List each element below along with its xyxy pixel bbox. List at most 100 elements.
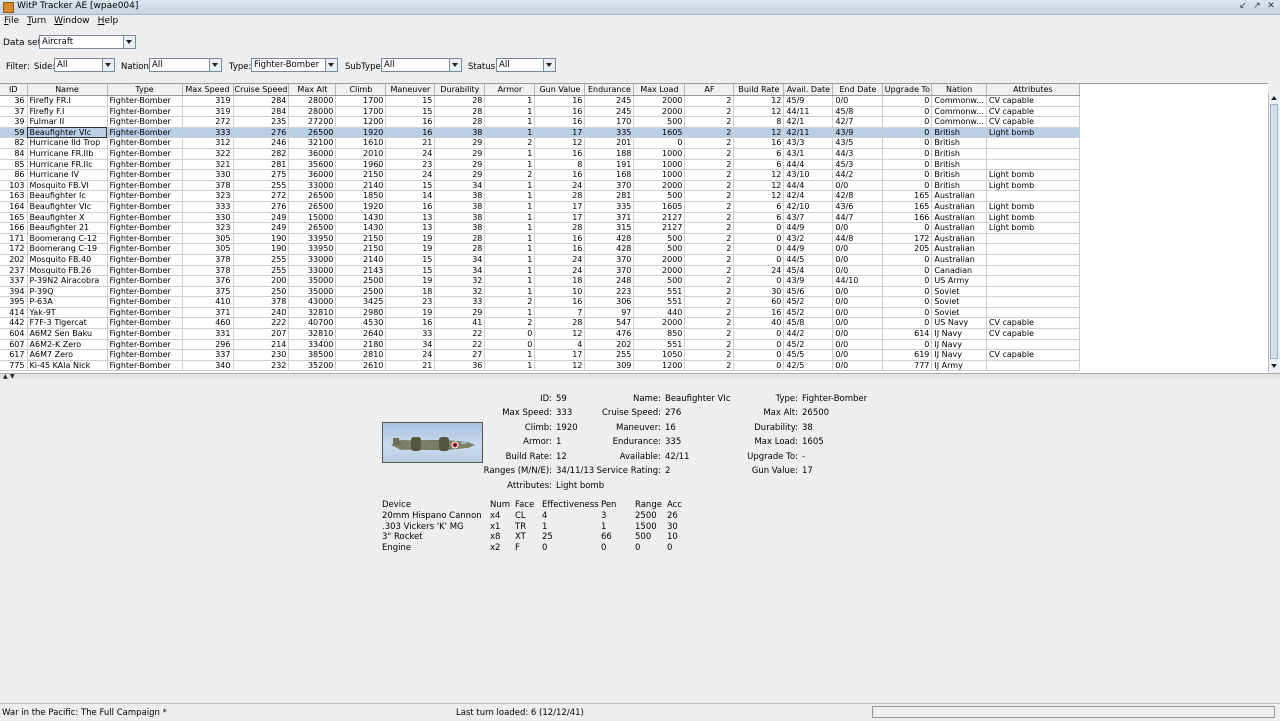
table-cell[interactable]: 15	[385, 180, 436, 192]
table-cell[interactable]: 24	[534, 265, 586, 277]
table-cell[interactable]: 16	[385, 201, 436, 213]
table-cell[interactable]: 29	[434, 307, 486, 319]
table-cell[interactable]: British	[931, 127, 987, 139]
table-cell[interactable]: 305	[182, 243, 234, 255]
table-cell[interactable]: P-63A	[27, 296, 108, 308]
table-cell[interactable]: 551	[633, 296, 686, 308]
table-cell[interactable]: 45/4	[783, 265, 834, 277]
table-cell[interactable]: 0	[882, 296, 933, 308]
column-header[interactable]: Maneuver	[385, 84, 436, 96]
table-cell[interactable]: 323	[182, 190, 234, 202]
table-cell[interactable]: 6	[733, 201, 785, 213]
column-header[interactable]: Armor	[484, 84, 536, 96]
table-cell[interactable]: 24	[534, 254, 586, 266]
table-cell[interactable]: 0	[882, 169, 933, 181]
table-cell[interactable]: 15	[385, 95, 436, 107]
table-row[interactable]: 414 Yak-9T Fighter-Bomber 371 240 32810 2980 19…	[0, 307, 1080, 319]
table-cell[interactable]	[986, 265, 1080, 277]
table-cell[interactable]: 12	[733, 190, 785, 202]
table-cell[interactable]: 1200	[633, 360, 686, 372]
table-cell[interactable]: 376	[182, 275, 234, 287]
table-cell[interactable]: Beaufighter Ic	[27, 190, 108, 202]
table-cell[interactable]: 442	[0, 317, 28, 330]
table-cell[interactable]: 1605	[633, 201, 686, 213]
table-cell[interactable]: 1	[484, 159, 536, 171]
table-cell[interactable]: Fighter-Bomber	[107, 116, 183, 128]
table-cell[interactable]: 190	[233, 243, 290, 255]
table-cell[interactable]: 2	[684, 360, 735, 372]
table-cell[interactable]: 0/0	[832, 360, 884, 372]
table-cell[interactable]: British	[931, 180, 987, 192]
table-cell[interactable]: 378	[182, 265, 234, 277]
table-cell[interactable]: 1	[484, 127, 536, 139]
table-cell[interactable]: 45/2	[783, 296, 834, 308]
menu-turn[interactable]: Turn	[23, 15, 50, 27]
table-cell[interactable]: P-39N2 Airacobra	[27, 275, 108, 287]
table-cell[interactable]: 1700	[335, 106, 387, 118]
chevron-down-icon[interactable]	[543, 59, 555, 71]
table-cell[interactable]: CV capable	[986, 317, 1080, 330]
table-cell[interactable]: 12	[534, 137, 586, 149]
table-row[interactable]: 59 Beaufighter VIc Fighter-Bomber 333 276 265…	[0, 127, 1080, 139]
table-cell[interactable]	[986, 137, 1080, 149]
table-row[interactable]: 172 Boomerang C-19 Fighter-Bomber 305 190 339…	[0, 243, 1080, 255]
table-cell[interactable]: 0	[733, 275, 785, 287]
table-cell[interactable]: 45/8	[832, 106, 884, 118]
table-cell[interactable]: Australian	[931, 233, 987, 245]
table-cell[interactable]	[986, 307, 1080, 319]
table-cell[interactable]: A6M2-K Zero	[27, 339, 108, 351]
table-cell[interactable]: Australian	[931, 222, 987, 234]
table-cell[interactable]: 0	[882, 137, 933, 149]
table-cell[interactable]: 282	[233, 148, 290, 160]
table-cell[interactable]: 371	[584, 212, 635, 224]
table-cell[interactable]: 33	[434, 296, 486, 308]
table-cell[interactable]: 16	[534, 233, 586, 245]
status-select[interactable]: All	[496, 58, 556, 72]
table-cell[interactable]: Fulmar II	[27, 116, 108, 128]
table-cell[interactable]	[986, 339, 1080, 351]
table-cell[interactable]: 0	[882, 127, 933, 139]
table-row[interactable]: 237 Mosquito FB.26 Fighter-Bomber 378 255 330…	[0, 265, 1080, 277]
table-cell[interactable]: 43/3	[783, 137, 834, 149]
table-cell[interactable]: Fighter-Bomber	[107, 212, 183, 224]
table-cell[interactable]: 44/5	[783, 254, 834, 266]
table-row[interactable]: 166 Beaufighter 21 Fighter-Bomber 323 249 265…	[0, 222, 1080, 234]
table-cell[interactable]: 2	[684, 212, 735, 224]
column-header[interactable]: Climb	[335, 84, 387, 96]
table-cell[interactable]: Australian	[931, 190, 987, 202]
table-row[interactable]: 85 Hurricane FR.IIc Fighter-Bomber 321 281 35…	[0, 159, 1080, 171]
table-cell[interactable]: 330	[182, 212, 234, 224]
table-cell[interactable]: US Navy	[931, 317, 987, 330]
table-cell[interactable]: 45/5	[783, 349, 834, 361]
table-cell[interactable]: 223	[584, 286, 635, 298]
table-cell[interactable]: 281	[584, 190, 635, 202]
table-cell[interactable]: 232	[233, 360, 290, 372]
table-cell[interactable]: 2	[684, 349, 735, 361]
table-cell[interactable]: A6M2 Sen Baku	[27, 328, 108, 340]
table-cell[interactable]: 214	[233, 339, 290, 351]
table-cell[interactable]: 16	[534, 116, 586, 128]
table-row[interactable]: 395 P-63A Fighter-Bomber 410 378 43000 3425 23 3…	[0, 296, 1080, 308]
table-cell[interactable]: 44/7	[832, 212, 884, 224]
table-cell[interactable]: 35000	[288, 286, 337, 298]
table-cell[interactable]: 1	[484, 307, 536, 319]
table-cell[interactable]: 32100	[288, 137, 337, 149]
table-cell[interactable]: 0/0	[832, 296, 884, 308]
table-cell[interactable]: 12	[534, 328, 586, 340]
table-cell[interactable]: British	[931, 169, 987, 181]
table-cell[interactable]: Commonw...	[931, 106, 987, 118]
table-cell[interactable]: 306	[584, 296, 635, 308]
table-cell[interactable]: 315	[584, 222, 635, 234]
scroll-up-icon[interactable]	[1270, 94, 1279, 103]
column-header[interactable]: Durability	[434, 84, 486, 96]
table-cell[interactable]: 14	[385, 190, 436, 202]
table-cell[interactable]: 12	[733, 127, 785, 139]
table-row[interactable]: 604 A6M2 Sen Baku Fighter-Bomber 331 207 3281…	[0, 328, 1080, 340]
table-cell[interactable]: 42/5	[783, 360, 834, 372]
table-row[interactable]: 202 Mosquito FB.40 Fighter-Bomber 378 255 330…	[0, 254, 1080, 266]
table-cell[interactable]: 614	[882, 328, 933, 340]
table-cell[interactable]: 0/0	[832, 265, 884, 277]
table-cell[interactable]: 330	[182, 169, 234, 181]
table-cell[interactable]: 16	[534, 169, 586, 181]
aircraft-grid[interactable]: ID Name Type Max Speed Cruise Speed Max Alt Cl…	[0, 84, 1080, 372]
